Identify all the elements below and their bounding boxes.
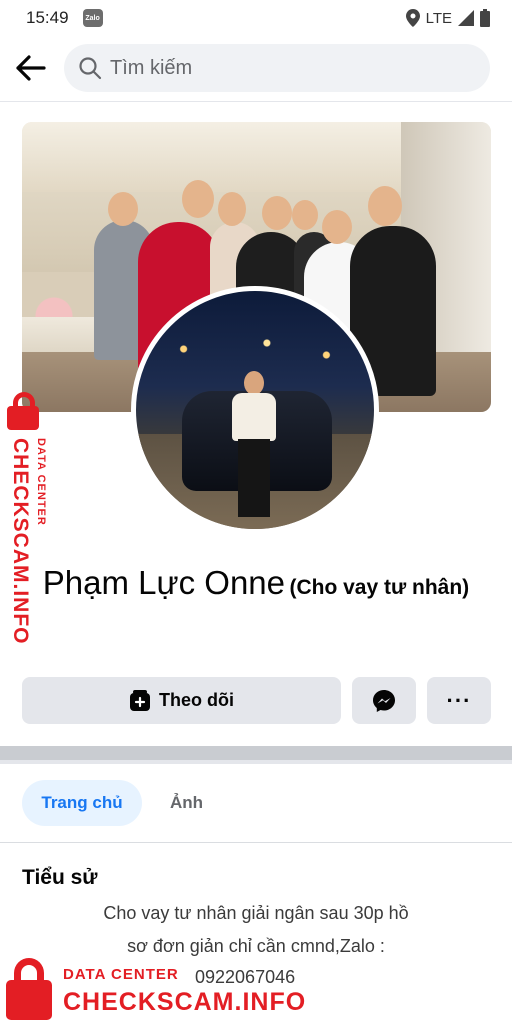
avatar-person-face [244,371,264,395]
status-time: 15:49 [26,8,69,27]
cover-person-head [218,192,246,226]
watermark-bottom: DATA CENTER CHECKSCAM.INFO [6,958,316,1020]
header-divider [0,101,512,102]
messenger-button[interactable] [352,677,416,724]
signal-icon [458,10,474,26]
avatar-person [232,371,276,521]
profile-name-suffix: (Cho vay tư nhân) [289,576,470,599]
cover-person-head [292,200,318,230]
search-bar[interactable] [64,44,490,92]
cover-person-head [182,180,214,218]
more-options-button[interactable]: ··· [427,677,491,724]
watermark-lock-icon [6,958,52,1022]
follow-button-label: Theo dõi [159,690,234,710]
search-header [0,40,512,96]
zalo-notification-icon: Zalo [82,9,103,27]
battery-icon [480,9,490,27]
bio-text-line: sơ đơn giản chỉ cần cmnd,Zalo : [127,936,385,956]
profile-name: Phạm Lực Onne (Cho vay tư nhân) [20,560,492,613]
follow-button[interactable]: Theo dõi [22,677,341,724]
watermark-bottom-small: DATA CENTER [63,966,179,983]
search-input[interactable] [110,56,430,80]
follow-icon [130,689,150,711]
status-bar: 15:49 Zalo LTE [0,0,512,36]
back-arrow-icon [16,55,46,81]
messenger-icon [373,689,395,712]
tab-home[interactable]: Trang chủ [22,780,142,826]
avatar-person-shirt [232,393,276,441]
watermark-bottom-big: CHECKSCAM.INFO [63,988,307,1016]
search-icon [79,57,102,80]
avatar-person-pants [238,439,270,517]
watermark-side-big: CHECKSCAM.INFO [9,438,32,645]
cover-person-head [108,192,138,226]
section-divider [0,746,512,764]
bio-title: Tiểu sử [22,866,98,889]
status-icons: LTE [405,9,490,27]
watermark-lock-icon [5,392,39,432]
cover-person-head [368,186,402,226]
back-button[interactable] [0,40,62,96]
location-icon [405,9,420,27]
bio-text-line: Cho vay tư nhân giải ngân sau 30p hồ [103,903,409,923]
watermark-side-small: DATA CENTER [35,438,47,526]
profile-name-main: Phạm Lực Onne [42,564,286,601]
cover-person-head [262,196,292,230]
profile-avatar[interactable] [131,286,379,534]
tab-photos[interactable]: Ảnh [170,780,203,826]
network-type: LTE [425,9,452,27]
tabs-divider [0,842,512,843]
cover-person-head [322,210,352,244]
